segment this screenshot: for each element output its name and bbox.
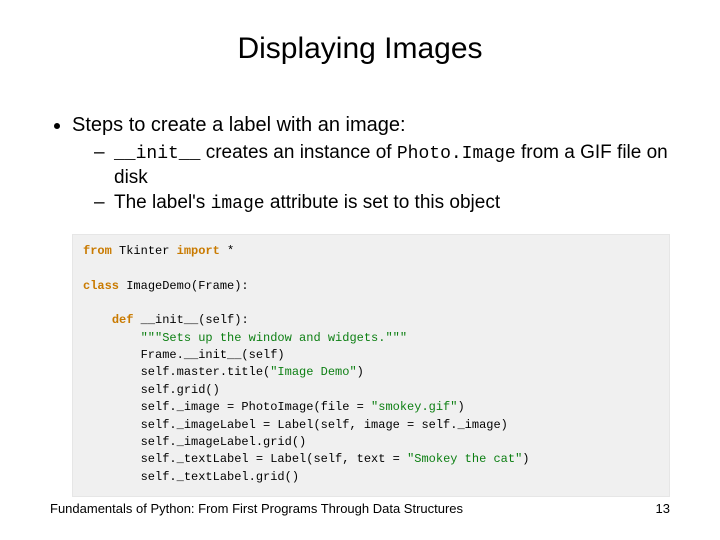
code-l03b: __init__(self):: [133, 313, 248, 327]
kw-def: def: [112, 313, 134, 327]
code-init: __init__: [114, 144, 200, 164]
code-l12: self._textLabel.grid(): [141, 470, 299, 484]
code-l10: self._imageLabel.grid(): [141, 435, 307, 449]
code-l07: self.grid(): [141, 383, 220, 397]
footer-text: Fundamentals of Python: From First Progr…: [50, 501, 463, 516]
code-l11a: self._textLabel = Label(self, text =: [141, 452, 407, 466]
code-l02b: ImageDemo(Frame):: [119, 279, 249, 293]
code-l08b: "smokey.gif": [371, 400, 457, 414]
slide: Displaying Images Steps to create a labe…: [0, 0, 720, 540]
code-photoimage: Photo.Image: [397, 144, 516, 164]
slide-content: Steps to create a label with an image: _…: [0, 66, 720, 216]
bullet-1-text: Steps to create a label with an image:: [72, 114, 406, 136]
slide-footer: Fundamentals of Python: From First Progr…: [0, 501, 720, 516]
kw-import: import: [177, 244, 220, 258]
slide-title: Displaying Images: [0, 0, 720, 66]
code-l06c: ): [357, 365, 364, 379]
sub-bullet-1: __init__ creates an instance of Photo.Im…: [100, 141, 670, 189]
code-l05: Frame.__init__(self): [141, 348, 285, 362]
code-l06a: self.master.title(: [141, 365, 271, 379]
code-l08c: ): [457, 400, 464, 414]
code-l08a: self._image = PhotoImage(file =: [141, 400, 371, 414]
code-l06b: "Image Demo": [270, 365, 356, 379]
sub-bullet-list: __init__ creates an instance of Photo.Im…: [72, 141, 670, 216]
code-l11b: "Smokey the cat": [407, 452, 522, 466]
sub1-mid: creates an instance of: [200, 142, 396, 163]
code-image: image: [211, 194, 265, 214]
docstring: """Sets up the window and widgets.""": [141, 331, 407, 345]
sub2-pre: The label's: [114, 192, 211, 213]
code-l01d: *: [220, 244, 234, 258]
code-l01b: Tkinter: [112, 244, 177, 258]
bullet-item-1: Steps to create a label with an image: _…: [72, 114, 670, 216]
sub2-post: attribute is set to this object: [265, 192, 501, 213]
code-l09: self._imageLabel = Label(self, image = s…: [141, 418, 508, 432]
kw-class: class: [83, 279, 119, 293]
kw-from: from: [83, 244, 112, 258]
bullet-list: Steps to create a label with an image: _…: [50, 114, 670, 216]
page-number: 13: [656, 501, 670, 516]
code-block: from Tkinter import * class ImageDemo(Fr…: [72, 234, 670, 497]
code-l11c: ): [522, 452, 529, 466]
sub-bullet-2: The label's image attribute is set to th…: [100, 191, 670, 216]
